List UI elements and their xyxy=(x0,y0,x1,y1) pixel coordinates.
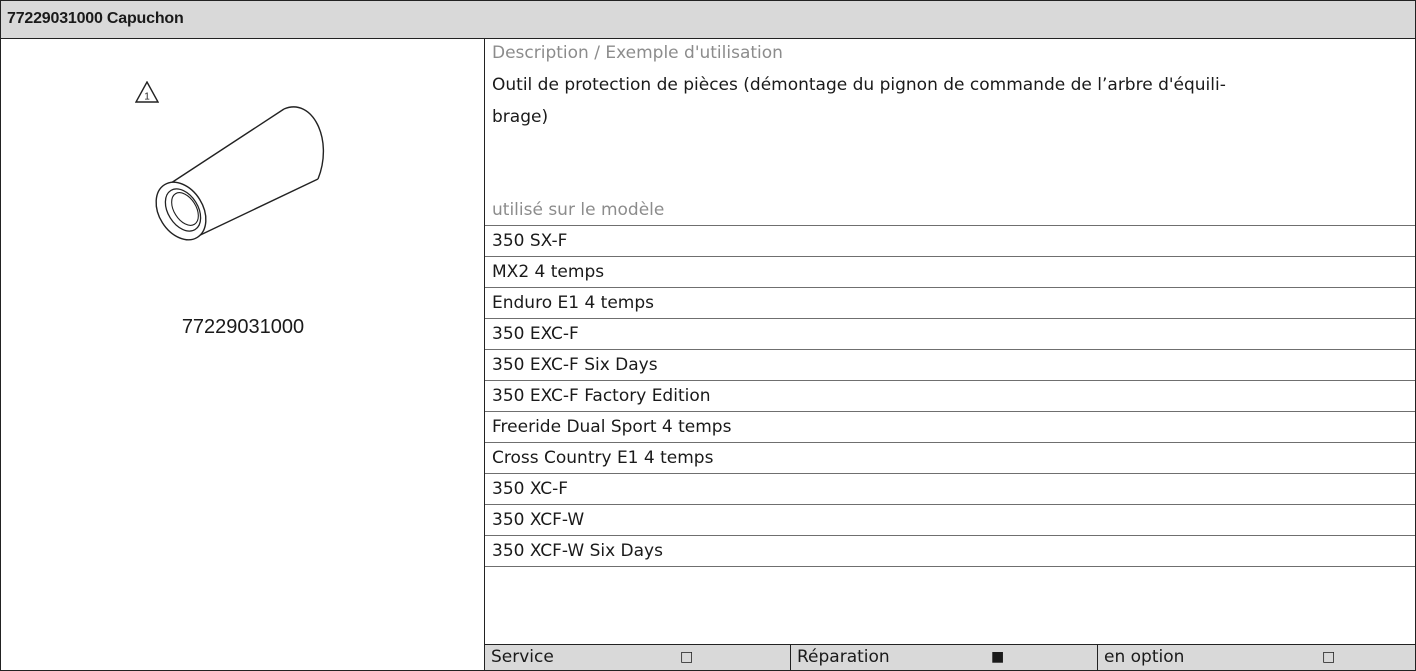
service-cell: Service □ xyxy=(485,645,790,670)
model-row: MX2 4 temps xyxy=(485,257,1415,288)
model-row: Freeride Dual Sport 4 temps xyxy=(485,412,1415,443)
illustration-panel: 1 77229031000 xyxy=(1,39,485,670)
service-checkbox: □ xyxy=(680,649,694,665)
repair-cell: Réparation ■ xyxy=(790,645,1097,670)
header-bar: 77229031000 Capuchon xyxy=(1,1,1415,39)
description-line-2: brage) xyxy=(492,107,549,127)
page-title: 77229031000 Capuchon xyxy=(7,10,184,27)
model-row: 350 XCF-W xyxy=(485,505,1415,536)
model-row: 350 EXC-F xyxy=(485,319,1415,350)
description-text: Outil de protection de pièces (démontage… xyxy=(485,68,1415,140)
option-label: en option xyxy=(1104,647,1185,667)
part-number-label: 77229031000 xyxy=(181,316,305,338)
model-row: 350 EXC-F Six Days xyxy=(485,350,1415,381)
description-line-1: Outil de protection de pièces (démontage… xyxy=(492,75,1226,95)
option-checkbox: □ xyxy=(1322,649,1336,665)
option-cell: en option □ xyxy=(1097,645,1413,670)
service-label: Service xyxy=(491,647,554,667)
tool-sheet: 77229031000 Capuchon 1 77229031000 Descr… xyxy=(0,0,1416,671)
cap-sleeve-illustration xyxy=(155,106,324,241)
model-row: 350 SX-F xyxy=(485,226,1415,257)
model-row: 350 XCF-W Six Days xyxy=(485,536,1415,567)
models-label: utilisé sur le modèle xyxy=(485,195,1415,226)
model-row: Enduro E1 4 temps xyxy=(485,288,1415,319)
repair-checkbox: ■ xyxy=(991,649,1005,665)
model-row: 350 XC-F xyxy=(485,474,1415,505)
repair-label: Réparation xyxy=(797,647,890,667)
description-label: Description / Exemple d'utilisation xyxy=(492,43,783,63)
model-row: Cross Country E1 4 temps xyxy=(485,443,1415,474)
model-row: 350 EXC-F Factory Edition xyxy=(485,381,1415,412)
usage-footer: Service □ Réparation ■ en option □ xyxy=(485,644,1415,670)
